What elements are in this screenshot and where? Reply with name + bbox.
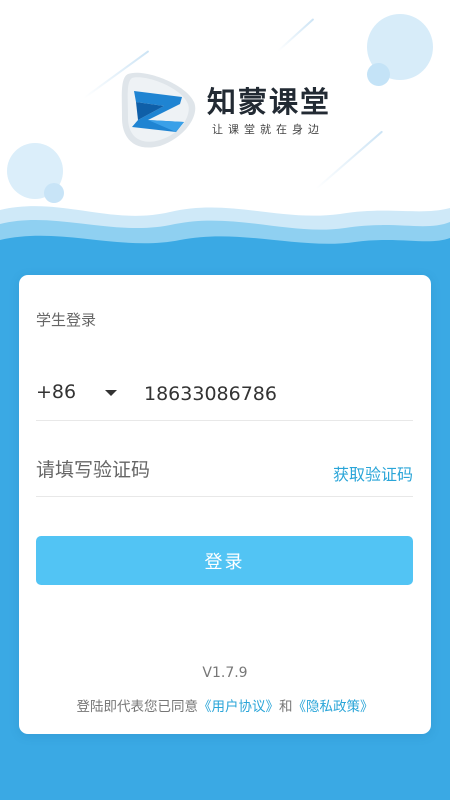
wave-decoration [0, 206, 450, 278]
phone-row: +86 [36, 365, 413, 421]
brand-name: 知蒙课堂 [207, 85, 332, 119]
agreement-prefix: 登陆即代表您已同意 [76, 699, 199, 715]
country-code-select[interactable]: +86 [36, 381, 76, 403]
verification-code-input[interactable] [36, 453, 286, 487]
decor-streak [315, 130, 384, 190]
login-card: 学生登录 +86 获取验证码 登录 V1.7.9 登陆即代表您已同意《用户协议》… [19, 275, 431, 734]
brand-slogan: 让课堂就在身边 [212, 123, 324, 136]
agreement-text: 登陆即代表您已同意《用户协议》和《隐私政策》 [19, 695, 431, 715]
caret-down-icon[interactable] [105, 390, 117, 396]
code-row: 获取验证码 [36, 441, 413, 497]
privacy-policy-link[interactable]: 《隐私政策》 [293, 699, 374, 715]
decor-bubble [367, 63, 390, 86]
phone-input[interactable] [144, 377, 404, 411]
agreement-connector: 和 [279, 699, 293, 715]
user-agreement-link[interactable]: 《用户协议》 [198, 699, 279, 715]
z-letter-logo-icon [114, 66, 200, 152]
version-label: V1.7.9 [202, 665, 248, 681]
login-title: 学生登录 [36, 311, 97, 329]
login-button[interactable]: 登录 [36, 536, 413, 585]
decor-streak [277, 18, 315, 52]
get-code-button[interactable]: 获取验证码 [333, 461, 413, 485]
